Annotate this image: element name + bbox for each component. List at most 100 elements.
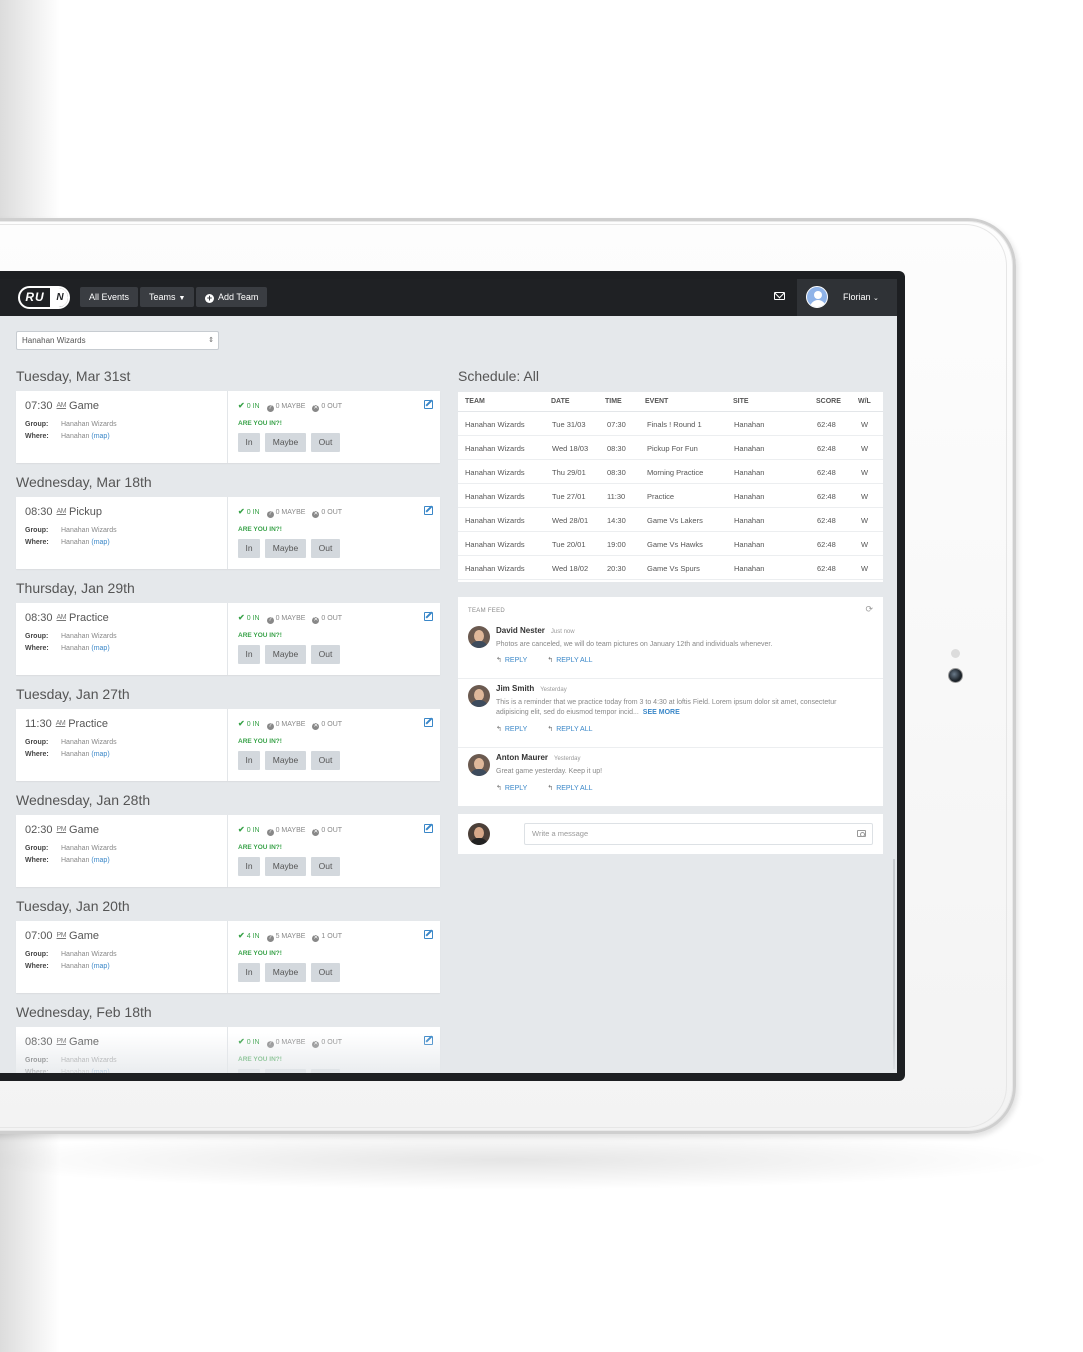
out-button[interactable]: Out: [311, 645, 340, 664]
user-name: Florian: [843, 292, 871, 302]
out-button[interactable]: Out: [311, 1069, 340, 1073]
event-rsvp: ✔0 IN?0 MAYBE✕0 OUTARE YOU IN?!InMaybeOu…: [229, 391, 440, 463]
message-input[interactable]: Write a message: [524, 823, 873, 845]
out-button[interactable]: Out: [311, 539, 340, 558]
rsvp-in-count: 0: [246, 721, 251, 728]
out-button[interactable]: Out: [311, 857, 340, 876]
plus-circle-icon: +: [205, 293, 214, 303]
reply-button[interactable]: ↰ REPLY: [496, 657, 537, 664]
table-row[interactable]: Hanahan Wizards Wed 18/03 08:30 Pickup For …: [458, 436, 883, 460]
tablet-sensor: [951, 649, 960, 658]
in-button[interactable]: In: [238, 963, 260, 982]
edit-icon[interactable]: [424, 718, 433, 727]
camera-icon[interactable]: [857, 830, 866, 837]
reply-button[interactable]: ↰ REPLY: [496, 785, 537, 792]
event-type: Game: [69, 400, 99, 412]
event-group-row: Group: Hanahan Wizards: [25, 739, 117, 746]
event-group-row: Group: Hanahan Wizards: [25, 845, 117, 852]
maybe-button[interactable]: Maybe: [265, 857, 306, 876]
group-label: Group:: [25, 527, 49, 534]
day-heading: Tuesday, Jan 27th: [16, 686, 130, 702]
in-button[interactable]: In: [238, 645, 260, 664]
group-value: Hanahan Wizards: [61, 633, 117, 640]
table-cell: Hanahan: [734, 564, 765, 573]
in-button[interactable]: In: [238, 1069, 260, 1073]
out-button[interactable]: Out: [311, 751, 340, 770]
reply-all-button[interactable]: ↰ REPLY ALL: [547, 785, 602, 792]
table-cell: W: [861, 420, 869, 429]
edit-icon[interactable]: [424, 824, 433, 833]
add-team-button[interactable]: + Add Team: [196, 287, 268, 307]
reply-all-button[interactable]: ↰ REPLY ALL: [547, 726, 602, 733]
where-label: Where:: [25, 1069, 49, 1073]
event-card: 07:30 AM Game Group: Hanahan Wizards Where: Ha…: [16, 391, 440, 463]
feed-actions: ↰ REPLY ↰ REPLY ALL: [496, 784, 613, 792]
reply-label: REPLY: [504, 785, 528, 792]
maybe-button[interactable]: Maybe: [265, 433, 306, 452]
edit-icon[interactable]: [424, 612, 433, 621]
out-button[interactable]: Out: [311, 433, 340, 452]
table-cell: Pickup For Fun: [647, 444, 698, 453]
map-link[interactable]: (map): [91, 645, 109, 652]
edit-icon[interactable]: [424, 1036, 433, 1045]
maybe-button[interactable]: Maybe: [265, 751, 306, 770]
device-shadow: [0, 1130, 1060, 1190]
question-circle-icon: ?: [266, 617, 274, 624]
table-cell: Wed 18/02: [552, 564, 589, 573]
map-link[interactable]: (map): [91, 539, 109, 546]
table-row[interactable]: Hanahan Wizards Tue 31/03 07:30 Finals ! Ro…: [458, 412, 883, 436]
event-group-row: Group: Hanahan Wizards: [25, 951, 117, 958]
in-button[interactable]: In: [238, 433, 260, 452]
maybe-button[interactable]: Maybe: [265, 963, 306, 982]
edit-icon[interactable]: [424, 506, 433, 515]
out-button[interactable]: Out: [311, 963, 340, 982]
table-cell: Practice: [647, 492, 675, 501]
rsvp-counts: ✔ 0 IN? 0 MAYBE ✕ 0 OUT: [238, 825, 342, 836]
schedule-header-cell: W/L: [858, 398, 871, 405]
team-select[interactable]: Hanahan Wizards ⇕: [16, 331, 219, 350]
group-label: Group:: [25, 739, 49, 746]
reply-button[interactable]: ↰ REPLY: [496, 726, 537, 733]
see-more-link[interactable]: SEE MORE: [643, 709, 680, 716]
map-link[interactable]: (map): [91, 857, 109, 864]
app-logo[interactable]: RU N: [18, 286, 70, 309]
table-row[interactable]: Hanahan Wizards Thu 29/01 08:30 Morning Pra…: [458, 460, 883, 484]
schedule-header-cell: TEAM: [465, 398, 485, 405]
map-link[interactable]: (map): [91, 433, 109, 440]
rsvp-in-label: IN: [252, 509, 260, 516]
rsvp-maybe-count: 0: [275, 1039, 280, 1046]
table-row[interactable]: Hanahan Wizards Tue 27/01 11:30 Practice Han…: [458, 484, 883, 508]
maybe-button[interactable]: Maybe: [265, 1069, 306, 1073]
avatar: [806, 286, 828, 308]
rsvp-in-count: 0: [246, 615, 251, 622]
rsvp-in-label: IN: [252, 933, 260, 940]
map-link[interactable]: (map): [91, 963, 109, 970]
in-button[interactable]: In: [238, 751, 260, 770]
user-menu[interactable]: Florian ⌄: [797, 279, 897, 316]
mail-icon[interactable]: [774, 292, 785, 300]
event-details: 08:30 PM Game Group: Hanahan Wizards Where: Ha…: [16, 1027, 228, 1073]
table-cell: Wed 28/01: [552, 516, 589, 525]
in-button[interactable]: In: [238, 539, 260, 558]
rsvp-in: ✔ 0 IN: [238, 613, 260, 622]
edit-icon[interactable]: [424, 400, 433, 409]
edit-icon[interactable]: [424, 930, 433, 939]
all-events-button[interactable]: All Events: [80, 287, 139, 307]
feed-author-row: Anton Maurer Yesterday: [496, 753, 580, 762]
map-link[interactable]: (map): [91, 751, 109, 758]
table-row[interactable]: Hanahan Wizards Tue 20/01 19:00 Game Vs Haw…: [458, 532, 883, 556]
event-type: Game: [69, 1036, 99, 1048]
rsvp-out: ✕ 0 OUT: [312, 827, 342, 836]
table-row[interactable]: Hanahan Wizards Wed 18/02 20:30 Game Vs Spu…: [458, 556, 883, 580]
reply-all-button[interactable]: ↰ REPLY ALL: [547, 657, 602, 664]
refresh-icon[interactable]: ⟳: [865, 604, 873, 615]
teams-dropdown[interactable]: Teams ▼: [140, 287, 195, 307]
in-button[interactable]: In: [238, 857, 260, 876]
event-details: 07:00 PM Game Group: Hanahan Wizards Where: Ha…: [16, 921, 228, 993]
maybe-button[interactable]: Maybe: [265, 645, 306, 664]
scrollbar[interactable]: [893, 859, 895, 1069]
rsvp-maybe: ? 0 MAYBE: [266, 403, 305, 412]
table-row[interactable]: Hanahan Wizards Wed 28/01 14:30 Game Vs Lak…: [458, 508, 883, 532]
map-link[interactable]: (map): [91, 1069, 109, 1073]
maybe-button[interactable]: Maybe: [265, 539, 306, 558]
